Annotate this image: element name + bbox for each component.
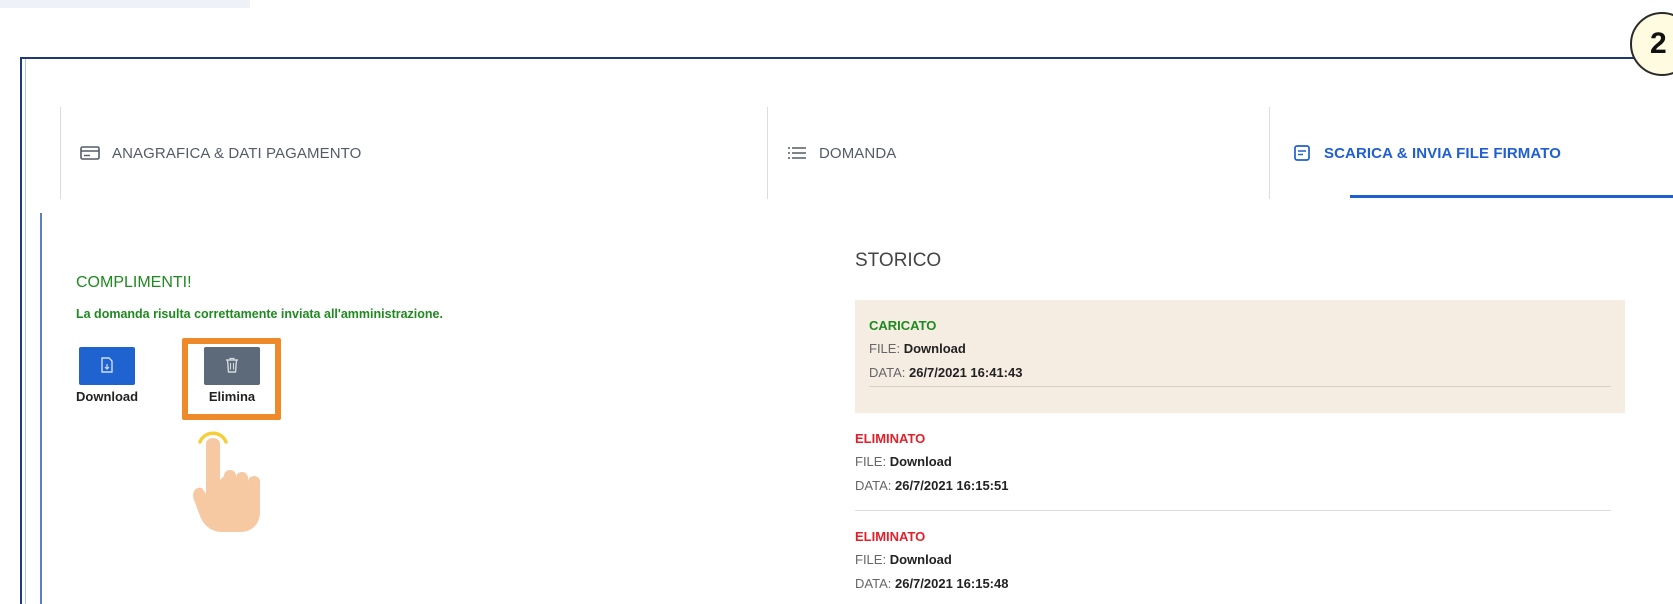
document-icon — [1292, 143, 1312, 163]
date-prefix: DATA: — [869, 365, 906, 380]
date-prefix: DATA: — [855, 576, 892, 591]
history-date: 26/7/2021 16:15:51 — [894, 478, 1009, 493]
history-file-link[interactable]: Download — [890, 552, 952, 567]
file-icon — [100, 356, 114, 376]
tab-bar: ANAGRAFICA & DATI PAGAMENTO DOMANDA SCAR… — [60, 107, 1673, 199]
history-status: CARICATO — [869, 318, 937, 333]
file-prefix: FILE: — [855, 552, 887, 567]
list-icon — [787, 143, 807, 163]
active-tab-indicator — [1350, 195, 1673, 198]
tab-label: DOMANDA — [819, 144, 897, 162]
download-button[interactable] — [79, 347, 136, 385]
tab-anagrafica[interactable]: ANAGRAFICA & DATI PAGAMENTO — [80, 107, 361, 199]
delete-highlight-box — [182, 338, 281, 420]
history-title: STORICO — [855, 250, 942, 271]
pointing-hand-icon — [188, 414, 284, 539]
download-action: Download — [76, 347, 138, 404]
history-entry: ELIMINATO FILE: Download DATA: 26/7/2021… — [855, 413, 1625, 510]
history-status: ELIMINATO — [855, 431, 926, 446]
history-list: CARICATO FILE: Download DATA: 26/7/2021 … — [855, 300, 1625, 604]
date-prefix: DATA: — [855, 478, 892, 493]
success-title: COMPLIMENTI! — [76, 274, 192, 291]
card-icon — [80, 143, 100, 163]
download-label: Download — [76, 389, 139, 404]
history-status: ELIMINATO — [855, 529, 926, 544]
file-prefix: FILE: — [869, 341, 901, 356]
tab-domanda[interactable]: DOMANDA — [787, 107, 896, 199]
tab-scarica-invia[interactable]: SCARICA & INVIA FILE FIRMATO — [1292, 107, 1561, 199]
file-prefix: FILE: — [855, 454, 887, 469]
history-file-link[interactable]: Download — [904, 341, 966, 356]
history-file-link[interactable]: Download — [890, 454, 952, 469]
tab-label: ANAGRAFICA & DATI PAGAMENTO — [112, 144, 362, 162]
history-entry: CARICATO FILE: Download DATA: 26/7/2021 … — [855, 300, 1625, 413]
top-strip — [0, 0, 250, 8]
success-message: La domanda risulta correttamente inviata… — [76, 307, 443, 321]
tab-label: SCARICA & INVIA FILE FIRMATO — [1324, 144, 1561, 162]
history-date: 26/7/2021 16:15:48 — [894, 576, 1009, 591]
history-date: 26/7/2021 16:41:43 — [908, 365, 1023, 380]
history-entry: ELIMINATO FILE: Download DATA: 26/7/2021… — [855, 511, 1625, 604]
